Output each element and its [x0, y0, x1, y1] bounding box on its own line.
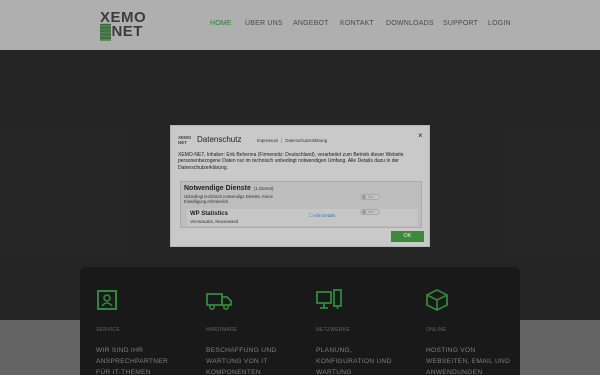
- toggle-label: fest: [368, 209, 374, 214]
- ok-button[interactable]: OK: [391, 231, 424, 242]
- group-description: Unbedingt technisch notwendige Dienste. …: [184, 194, 273, 204]
- group-consent-toggle[interactable]: fest: [360, 194, 380, 200]
- privacy-dialog: XEMO NET Datenschutz Impressum | Datenschu…: [170, 125, 430, 247]
- service-group: Notwendige Dienste (1 Dienst) Unbedingt t…: [180, 181, 422, 228]
- service-entry: WP Statistics VeronaLabs, Neuseeland ☐ A…: [187, 209, 417, 226]
- toggle-label: fest: [368, 194, 374, 199]
- privacy-policy-link[interactable]: Datenschutzerklärung: [285, 138, 327, 143]
- close-icon[interactable]: ×: [418, 131, 423, 140]
- service-entry-title: WP Statistics: [190, 211, 228, 217]
- group-title-text: Notwendige Dienste: [184, 185, 251, 192]
- service-consent-toggle[interactable]: fest: [360, 209, 380, 215]
- dialog-title: Datenschutz: [197, 135, 242, 144]
- service-entry-provider: VeronaLabs, Neuseeland: [190, 219, 239, 224]
- dialog-intro-text: XEMO-NET, Inhaber: Erik Behenna (Firmens…: [178, 152, 404, 171]
- dialog-links: Impressum | Datenschutzerklärung: [257, 138, 327, 143]
- group-count: (1 Dienst): [253, 186, 274, 191]
- toggle-knob: [362, 195, 366, 199]
- group-title: Notwendige Dienste (1 Dienst): [184, 185, 273, 192]
- toggle-knob: [362, 210, 366, 214]
- service-details-link[interactable]: ☐ Alle Details: [309, 213, 335, 219]
- impressum-link[interactable]: Impressum: [257, 138, 278, 143]
- dialog-logo-line-2: NET: [178, 140, 187, 145]
- dialog-logo: XEMO NET: [178, 135, 194, 149]
